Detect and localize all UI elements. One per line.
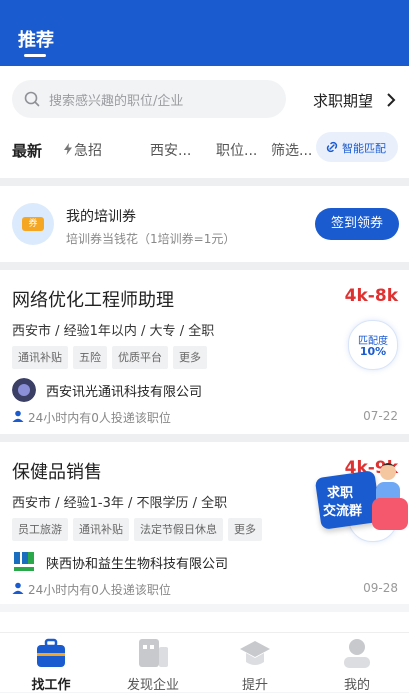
job-tag: 优质平台	[112, 346, 168, 369]
filter-city[interactable]: 西安...	[150, 140, 191, 160]
job-tag: 更多	[228, 518, 262, 541]
job-tags: 员工旅游 通讯补贴 法定节假日休息 更多	[12, 518, 267, 541]
job-title: 保健品销售	[12, 462, 102, 483]
tab-mine[interactable]: 我的	[306, 633, 408, 693]
chevron-right-icon[interactable]	[386, 93, 396, 107]
briefcase-icon	[37, 638, 65, 667]
tab-discover-companies[interactable]: 发现企业	[102, 633, 204, 693]
apply-info: 24小时内有0人投递该职位	[28, 583, 171, 597]
coupon-title: 我的培训券	[66, 209, 136, 225]
tab-label: 我的	[343, 678, 370, 693]
tab-label: 发现企业	[126, 678, 179, 693]
next-card-peek	[0, 612, 409, 632]
smart-match-button[interactable]: 智能匹配	[316, 132, 398, 162]
match-score-badge: 匹配度 10%	[348, 320, 398, 370]
company-logo	[12, 550, 36, 574]
job-tag: 更多	[173, 346, 207, 369]
match-value: 10%	[359, 345, 387, 358]
user-icon	[344, 639, 370, 668]
post-date: 09-28	[363, 581, 398, 595]
filter-urgent[interactable]: 急招	[74, 140, 102, 160]
job-meta: 西安市 / 经验1年以内 / 大专 / 全职	[12, 324, 215, 339]
job-title: 网络优化工程师助理	[12, 290, 174, 311]
company-name: 西安讯光通讯科技有限公司	[46, 385, 203, 400]
tab-recommend[interactable]: 推荐	[18, 26, 54, 52]
link-icon	[326, 141, 338, 153]
banner-line2: 交流群	[323, 504, 363, 519]
training-coupon-card[interactable]: 券 我的培训券 培训券当钱花（1培训券=1元） 签到领券	[0, 186, 409, 262]
banner-line1: 求职	[327, 486, 354, 501]
building-icon	[139, 639, 168, 667]
graduation-cap-icon	[240, 641, 270, 665]
sign-in-claim-button[interactable]: 签到领券	[315, 208, 399, 240]
coupon-icon: 券	[12, 203, 54, 245]
person-illustration-icon	[372, 463, 408, 530]
tab-find-job[interactable]: 找工作	[0, 633, 102, 693]
tab-label: 找工作	[31, 678, 71, 693]
tab-indicator	[24, 54, 46, 57]
apply-info: 24小时内有0人投递该职位	[28, 411, 171, 425]
filter-position[interactable]: 职位...	[216, 140, 257, 160]
lightning-icon	[64, 143, 72, 155]
filter-screen[interactable]: 筛选...	[271, 140, 312, 160]
post-date: 07-22	[363, 409, 398, 423]
tab-label: 提升	[241, 678, 268, 693]
divider	[0, 434, 409, 442]
search-filter-panel: 搜索感兴趣的职位/企业 求职期望 最新 急招 西安... 职位... 筛选...…	[0, 66, 409, 178]
divider	[0, 262, 409, 270]
tab-improve[interactable]: 提升	[204, 633, 306, 693]
company-name: 陕西协和益生生物科技有限公司	[46, 557, 229, 572]
person-icon	[12, 582, 24, 594]
app-header: 推荐	[0, 0, 409, 66]
coupon-subtitle: 培训券当钱花（1培训券=1元）	[66, 232, 236, 246]
job-meta: 西安市 / 经验1-3年 / 不限学历 / 全职	[12, 496, 228, 511]
job-tag: 法定节假日休息	[134, 518, 223, 541]
job-tag: 五险	[73, 346, 107, 369]
company-logo	[12, 378, 36, 402]
job-group-float-banner[interactable]: 求职 交流群	[314, 462, 408, 540]
job-tag: 通讯补贴	[12, 346, 68, 369]
search-placeholder: 搜索感兴趣的职位/企业	[49, 94, 184, 109]
filter-bar: 最新 急招 西安... 职位... 筛选... 智能匹配	[0, 132, 409, 172]
ticket-icon: 券	[22, 217, 44, 231]
job-tag: 员工旅游	[12, 518, 68, 541]
smart-match-label: 智能匹配	[342, 142, 386, 155]
filter-latest[interactable]: 最新	[12, 140, 42, 161]
bottom-tab-bar: 找工作 发现企业 提升 我的	[0, 632, 409, 693]
person-icon	[12, 410, 24, 422]
job-tags: 通讯补贴 五险 优质平台 更多	[12, 346, 212, 369]
job-tag: 通讯补贴	[73, 518, 129, 541]
job-salary: 4k-8k	[344, 286, 398, 306]
search-icon	[24, 91, 40, 107]
search-bar[interactable]: 搜索感兴趣的职位/企业	[12, 80, 286, 118]
job-card[interactable]: 网络优化工程师助理 4k-8k 西安市 / 经验1年以内 / 大专 / 全职 通…	[0, 270, 409, 434]
divider	[0, 178, 409, 186]
job-expectation-link[interactable]: 求职期望	[313, 90, 373, 111]
